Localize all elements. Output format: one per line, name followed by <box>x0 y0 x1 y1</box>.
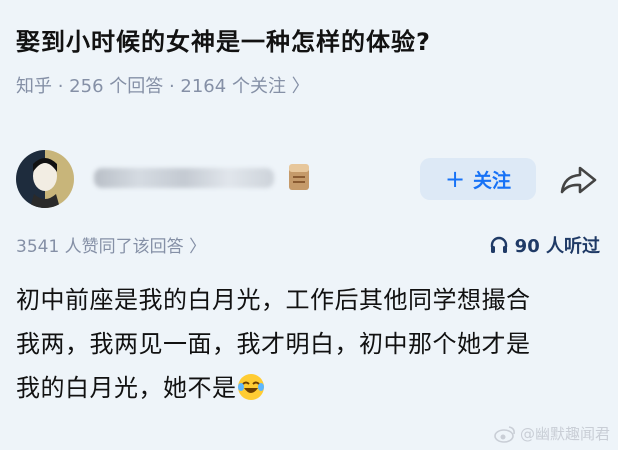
author-row: + 关注 <box>16 150 606 210</box>
answer-body[interactable]: 初中前座是我的白月光，工作后其他同学想撮合 我两，我两见一面，我才明白，初中那个… <box>16 278 606 410</box>
upvote-count[interactable]: 3541 人赞同了该回答 〉 <box>16 232 206 257</box>
answer-line-last: 我的白月光，她不是 <box>16 366 606 410</box>
answer-line: 我两，我两见一面，我才明白，初中那个她才是 <box>16 330 531 358</box>
author-name-redacted <box>94 168 274 188</box>
listen-label: 90 人听过 <box>514 236 600 257</box>
avatar[interactable] <box>16 150 74 208</box>
follow-label: 关注 <box>473 169 512 192</box>
watermark: @幽默趣闻君 <box>494 423 610 444</box>
headphones-icon <box>490 236 507 253</box>
question-meta[interactable]: 知乎 · 256 个回答 · 2164 个关注 〉 <box>16 72 310 98</box>
listen-count[interactable]: 90 人听过 <box>489 232 600 258</box>
weibo-logo-icon <box>494 425 515 443</box>
plus-icon: + <box>444 165 466 193</box>
answer-line: 初中前座是我的白月光，工作后其他同学想撮合 <box>16 286 531 314</box>
question-title[interactable]: 娶到小时候的女神是一种怎样的体验? <box>16 22 606 57</box>
laughing-tears-emoji-icon <box>237 374 264 400</box>
watermark-text: @幽默趣闻君 <box>519 425 610 443</box>
share-icon[interactable] <box>558 164 598 196</box>
author-badge-icon <box>289 164 309 190</box>
follow-button[interactable]: + 关注 <box>420 158 536 200</box>
answer-line-text: 我的白月光，她不是 <box>16 374 237 402</box>
stats-row: 3541 人赞同了该回答 〉 90 人听过 <box>16 232 600 258</box>
